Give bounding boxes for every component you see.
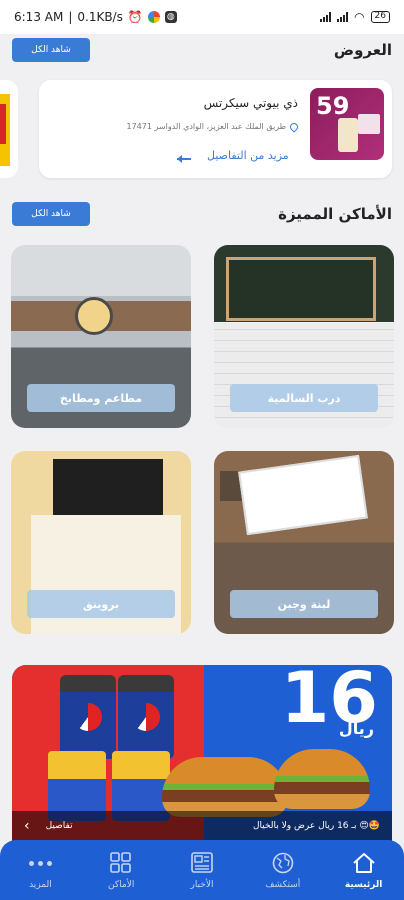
place-label: مطاعم ومطابخ: [27, 384, 175, 412]
place-card-brewing[interactable]: بروينق: [11, 451, 191, 634]
offer-image: 59: [310, 88, 384, 160]
globe-icon: [272, 852, 294, 874]
pepsi-cup-image: [118, 675, 174, 759]
offer-address-text: طريق الملك عبد العزيز، الوادي الدواسر 17…: [126, 122, 286, 131]
home-page: شاهد الكل العروض 59 ذي بيوتي سيكرتس طريق…: [0, 34, 404, 841]
nav-label: أستكشف: [265, 880, 301, 890]
newspaper-icon: [191, 852, 213, 873]
featured-title: الأماكن المميزة: [278, 205, 392, 223]
offer-more-details-link[interactable]: مزيد من التفاصيل: [207, 149, 289, 162]
place-photo-sign: [226, 257, 376, 321]
nav-label: الأخبار: [190, 880, 214, 890]
promo-currency: ريال: [338, 719, 374, 738]
arrow-left-icon[interactable]: [177, 155, 191, 163]
place-photo-logo: [75, 297, 113, 335]
promo-details-label: تفاصيل: [45, 821, 73, 831]
offers-carousel[interactable]: 59 ذي بيوتي سيكرتس طريق الملك عبد العزيز…: [0, 80, 404, 178]
place-photo-sign: [53, 459, 163, 515]
featured-see-all-button[interactable]: شاهد الكل: [12, 202, 90, 226]
nav-item-explore[interactable]: أستكشف: [247, 852, 319, 890]
signal-icon: [320, 12, 332, 22]
place-photo-sign: [238, 454, 368, 536]
offer-card-peek[interactable]: [0, 80, 18, 178]
offer-image-number: 59: [316, 92, 350, 120]
burger-image: [162, 757, 288, 817]
google-icon: [147, 11, 160, 23]
status-separator: |: [68, 10, 73, 24]
burger-image: [274, 749, 370, 809]
promo-caption-bar: ‹ تفاصيل بـ 16 ريال عرض ولا بالخيال 😍🤩: [12, 811, 392, 841]
wifi-icon: ◠: [354, 10, 365, 24]
status-right: ◠ 26: [320, 10, 390, 24]
place-photo-wall: [214, 323, 394, 428]
nav-item-news[interactable]: الأخبار: [166, 852, 238, 890]
nav-label: المزيد: [29, 880, 52, 890]
signal-2-icon: [337, 12, 349, 22]
nav-item-home[interactable]: الرئيسية: [328, 852, 400, 890]
nav-label: الرئيسية: [344, 880, 383, 890]
grid-icon: [110, 852, 131, 873]
more-dots-icon: [28, 852, 52, 874]
status-bar: 6:13 AM | 0.1KB/s ⏰ ◍ ◠ 26: [0, 0, 404, 34]
status-speed: 0.1KB/s: [77, 10, 123, 24]
chevron-left-icon[interactable]: ‹: [24, 818, 30, 834]
alarm-icon: ⏰: [127, 10, 143, 24]
peek-decoration-red: [0, 104, 6, 144]
featured-header: شاهد الكل الأماكن المميزة: [12, 200, 392, 228]
perfume-bottle-image: [338, 118, 358, 152]
status-left: 6:13 AM | 0.1KB/s ⏰ ◍: [14, 10, 177, 24]
offers-header: شاهد الكل العروض: [12, 36, 392, 64]
status-time: 6:13 AM: [14, 10, 64, 24]
place-label: درب السالمية: [230, 384, 378, 412]
pepsi-cup-image: [60, 675, 116, 759]
promo-banner[interactable]: 16 ريال ‹ تفاصيل بـ 16 ريال عرض ولا بالخ…: [12, 665, 392, 841]
place-card-labneh-cheese[interactable]: لبنة وجبن: [214, 451, 394, 634]
offer-card[interactable]: 59 ذي بيوتي سيكرتس طريق الملك عبد العزيز…: [39, 80, 392, 178]
offer-store-name: ذي بيوتي سيكرتس: [203, 96, 298, 110]
offers-title: العروض: [333, 41, 392, 59]
nav-item-places[interactable]: الأماكن: [85, 852, 157, 890]
app-notification-icon: ◍: [164, 11, 177, 23]
promo-details-link[interactable]: ‹ تفاصيل: [24, 818, 73, 834]
home-icon: [352, 853, 375, 873]
nav-label: الأماكن: [108, 880, 135, 890]
offer-address: طريق الملك عبد العزيز، الوادي الدواسر 17…: [126, 120, 300, 133]
nav-item-more[interactable]: المزيد: [4, 852, 76, 890]
bottom-nav: المزيد الأماكن الأخبار أستكشف الرئيسية: [0, 840, 404, 900]
place-card-darb-salmiya[interactable]: درب السالمية: [214, 245, 394, 428]
place-label: لبنة وجبن: [230, 590, 378, 618]
offer-image-tag: [358, 114, 380, 134]
location-pin-icon: [288, 120, 300, 133]
offers-see-all-button[interactable]: شاهد الكل: [12, 38, 90, 62]
place-label: بروينق: [27, 590, 175, 618]
place-card-restaurants[interactable]: مطاعم ومطابخ: [11, 245, 191, 428]
battery-icon: 26: [370, 11, 390, 23]
promo-caption-text: بـ 16 ريال عرض ولا بالخيال 😍🤩: [253, 821, 380, 831]
